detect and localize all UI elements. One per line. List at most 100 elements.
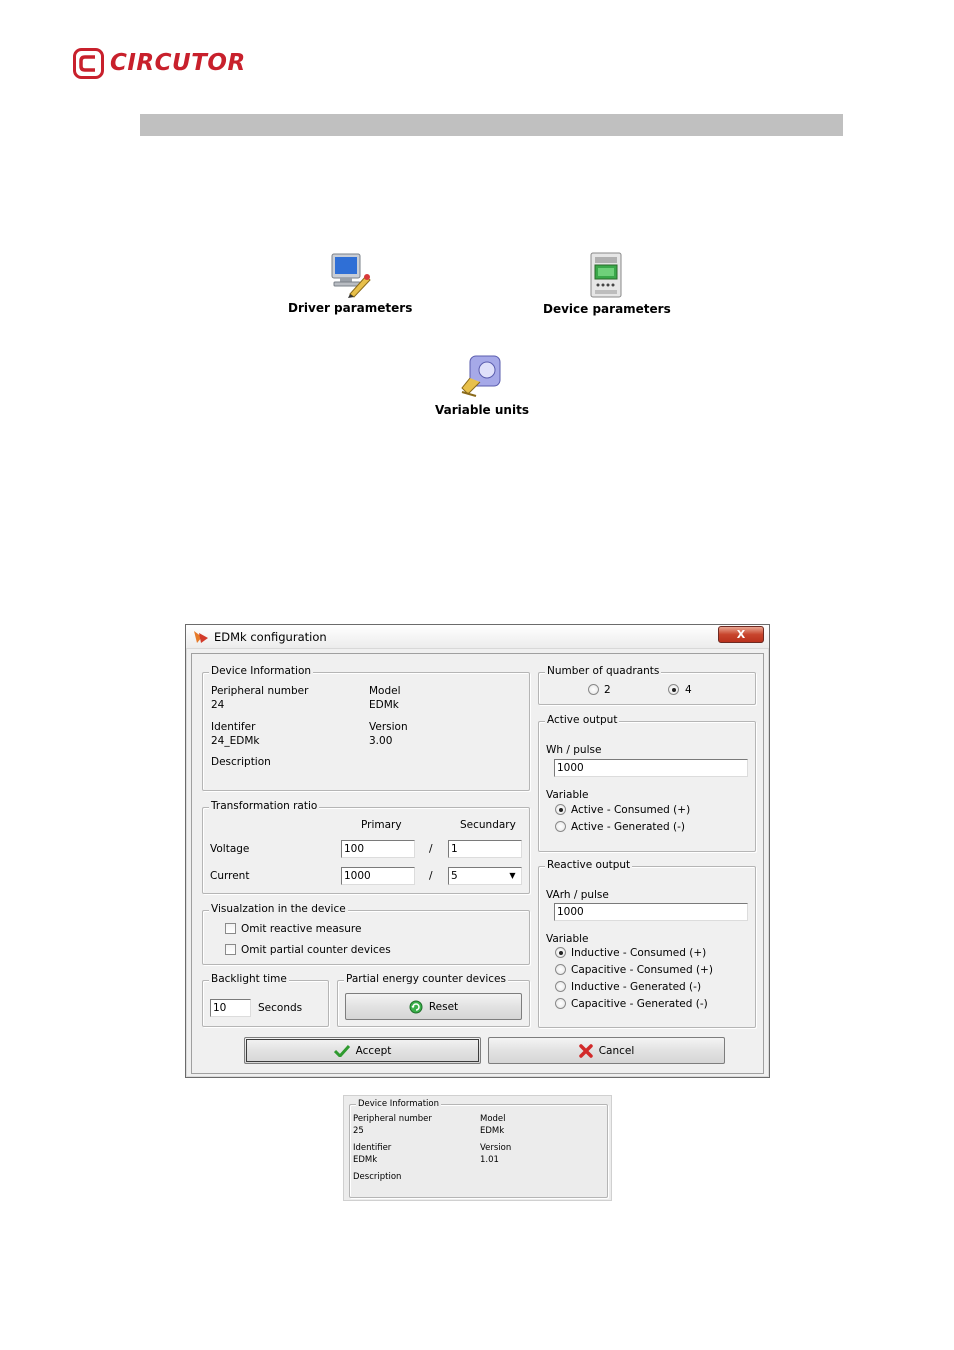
device-information-group: Device Information Peripheral number 24 …	[202, 665, 530, 791]
window-client-area: Device Information Peripheral number 24 …	[191, 653, 764, 1074]
partial-energy-group: Partial energy counter devices Reset	[337, 973, 530, 1027]
voltage-primary-input[interactable]: 100	[341, 840, 415, 858]
mini-peripheral-number-value: 25	[353, 1126, 364, 1136]
partial-energy-legend: Partial energy counter devices	[344, 973, 508, 985]
mini-device-information-legend: Device Information	[356, 1099, 441, 1109]
mini-version-label: Version	[480, 1143, 512, 1153]
capacitive-generated-radio[interactable]	[555, 998, 566, 1009]
close-button[interactable]: X	[718, 626, 764, 643]
wh-pulse-input[interactable]: 1000	[554, 759, 748, 777]
version-label: Version	[369, 721, 408, 733]
reactive-output-group: Reactive output VArh / pulse 1000 Variab…	[538, 859, 756, 1028]
computer-pencil-icon	[331, 253, 371, 298]
quadrants-4-radio[interactable]	[668, 684, 679, 695]
identifier-value: 24_EDMk	[211, 735, 260, 747]
current-secondary-select[interactable]: 5 ▼	[448, 867, 522, 885]
edmk-configuration-window: EDMk configuration X Device Information …	[185, 624, 770, 1078]
inductive-generated-radio[interactable]	[555, 981, 566, 992]
driver-parameters-launcher[interactable]: Driver parameters	[288, 250, 412, 315]
capacitive-consumed-radio[interactable]	[555, 964, 566, 975]
inductive-generated-label: Inductive - Generated (-)	[571, 981, 702, 993]
reactive-variable-label: Variable	[546, 933, 589, 945]
current-secondary-value: 5	[451, 870, 458, 882]
active-generated-label: Active - Generated (-)	[571, 821, 685, 833]
mini-description-label: Description	[353, 1172, 402, 1182]
visualization-legend: Visualzation in the device	[209, 903, 348, 915]
inductive-consumed-radio[interactable]	[555, 947, 566, 958]
primary-header: Primary	[361, 819, 402, 831]
red-x-icon	[578, 1043, 593, 1058]
quadrants-2-label: 2	[604, 684, 611, 696]
version-value: 3.00	[369, 735, 393, 747]
capacitive-generated-label: Capacitive - Generated (-)	[571, 998, 708, 1010]
tape-measure-icon	[461, 355, 501, 397]
active-consumed-label: Active - Consumed (+)	[571, 804, 691, 816]
brand-name: CIRCUTOR	[110, 50, 246, 76]
voltage-separator: /	[429, 843, 433, 855]
omit-partial-checkbox[interactable]	[225, 944, 236, 955]
mini-peripheral-number-label: Peripheral number	[353, 1114, 432, 1124]
reset-label: Reset	[428, 1000, 459, 1013]
omit-reactive-checkbox[interactable]	[225, 923, 236, 934]
quadrants-group: Number of quadrants 2 4	[538, 665, 756, 705]
inductive-consumed-label: Inductive - Consumed (+)	[571, 947, 707, 959]
model-label: Model	[369, 685, 401, 697]
device-parameters-launcher[interactable]: Device parameters	[543, 251, 671, 316]
mini-version-value: 1.01	[480, 1155, 499, 1165]
close-icon: X	[736, 628, 746, 641]
omit-reactive-label: Omit reactive measure	[241, 923, 362, 935]
cancel-label: Cancel	[598, 1044, 635, 1057]
capacitive-consumed-label: Capacitive - Consumed (+)	[571, 964, 713, 976]
cancel-button[interactable]: Cancel	[488, 1037, 725, 1064]
model-value: EDMk	[369, 699, 399, 711]
varh-pulse-input[interactable]: 1000	[554, 903, 748, 921]
variable-units-launcher[interactable]: Variable units	[435, 352, 529, 417]
mini-device-information-group: Device Information Peripheral number 25 …	[349, 1099, 608, 1198]
chevron-down-icon[interactable]: ▼	[505, 869, 520, 883]
omit-partial-label: Omit partial counter devices	[241, 944, 391, 956]
active-consumed-radio[interactable]	[555, 804, 566, 815]
checkmark-icon	[333, 1044, 350, 1057]
window-titlebar[interactable]: EDMk configuration X	[186, 625, 769, 649]
section-header-bar	[140, 114, 843, 136]
peripheral-number-label: Peripheral number	[211, 685, 309, 697]
active-output-group: Active output Wh / pulse 1000 Variable A…	[538, 714, 756, 852]
secondary-header: Secundary	[460, 819, 516, 831]
circutor-logo: CIRCUTOR	[73, 46, 246, 80]
circutor-logo-icon	[73, 47, 104, 79]
active-output-legend: Active output	[545, 714, 620, 726]
quadrants-legend: Number of quadrants	[545, 665, 662, 677]
device-parameters-label: Device parameters	[543, 302, 671, 316]
identifier-label: Identifer	[211, 721, 256, 733]
active-variable-label: Variable	[546, 789, 589, 801]
voltage-secondary-input[interactable]: 1	[448, 840, 522, 858]
window-title: EDMk configuration	[214, 630, 327, 644]
reset-button[interactable]: Reset	[345, 993, 522, 1020]
meter-device-icon	[590, 252, 622, 298]
app-icon	[194, 631, 208, 643]
accept-button[interactable]: Accept	[244, 1037, 481, 1064]
quadrants-4-label: 4	[685, 684, 692, 696]
mini-model-label: Model	[480, 1114, 506, 1124]
backlight-time-group: Backlight time 10 Seconds	[202, 973, 329, 1027]
current-label: Current	[210, 870, 250, 882]
description-label: Description	[211, 756, 271, 768]
current-separator: /	[429, 870, 433, 882]
transformation-ratio-legend: Transformation ratio	[209, 800, 320, 812]
mini-model-value: EDMk	[480, 1126, 505, 1136]
quadrants-2-radio[interactable]	[588, 684, 599, 695]
current-primary-input[interactable]: 1000	[341, 867, 415, 885]
peripheral-number-value: 24	[211, 699, 225, 711]
accept-label: Accept	[355, 1044, 392, 1057]
backlight-unit-label: Seconds	[258, 1002, 303, 1014]
mini-identifier-label: Identifier	[353, 1143, 392, 1153]
varh-pulse-label: VArh / pulse	[546, 889, 609, 901]
transformation-ratio-group: Transformation ratio Primary Secundary V…	[202, 800, 530, 894]
backlight-time-input[interactable]: 10	[210, 999, 251, 1017]
device-information-legend: Device Information	[209, 665, 314, 677]
active-generated-radio[interactable]	[555, 821, 566, 832]
device-information-panel-zoom: Device Information Peripheral number 25 …	[343, 1095, 612, 1201]
driver-parameters-label: Driver parameters	[288, 301, 413, 315]
visualization-group: Visualzation in the device Omit reactive…	[202, 903, 530, 965]
reset-icon	[409, 1000, 423, 1013]
